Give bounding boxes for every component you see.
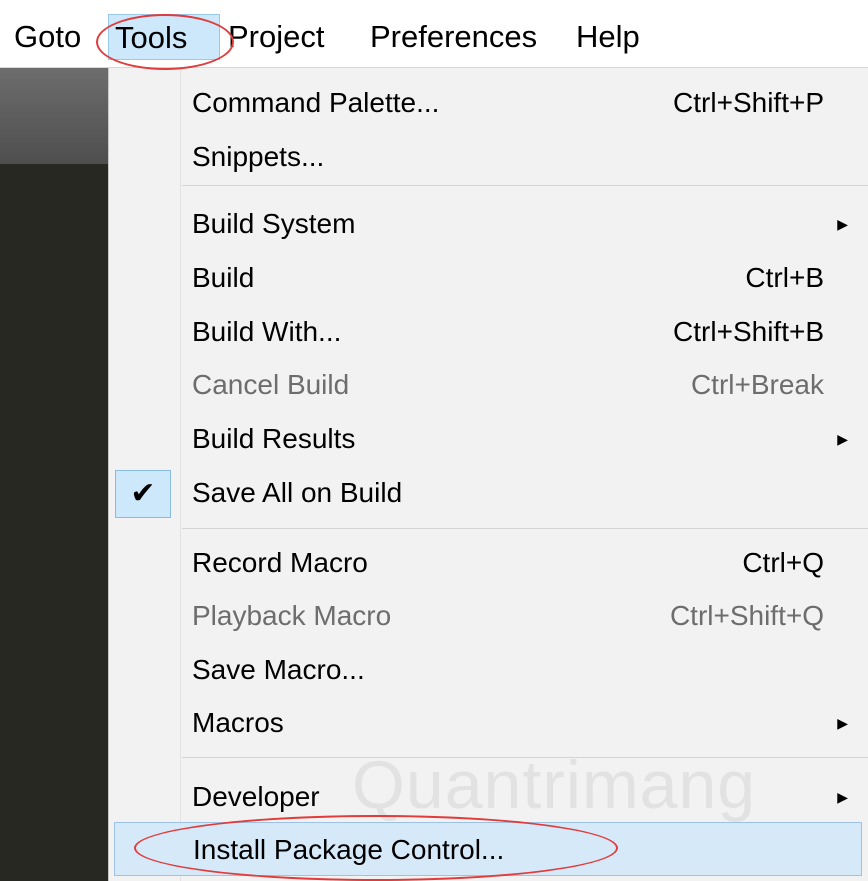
editor-tab-bar [0,68,108,164]
menu-item-playback-macro: Playback Macro Ctrl+Shift+Q [108,589,868,643]
menu-item-label: Cancel Build [192,369,350,400]
menu-item-shortcut: Ctrl+Break [690,369,824,400]
menu-preferences[interactable]: Preferences [364,14,543,60]
menu-item-label: Playback Macro [192,600,392,631]
menu-separator [182,185,868,186]
menu-item-command-palette[interactable]: Command Palette... Ctrl+Shift+P [108,76,868,130]
menu-item-label: Save All on Build [192,477,403,508]
submenu-arrow-icon: ▶ [837,715,848,731]
submenu-arrow-icon: ▶ [837,431,848,447]
menu-separator [182,757,868,758]
menu-item-save-macro[interactable]: Save Macro... [108,643,868,697]
menu-item-shortcut: Ctrl+Shift+Q [669,600,824,631]
menu-item-save-all-on-build[interactable]: ✔ Save All on Build [108,466,868,520]
submenu-arrow-icon: ▶ [837,789,848,805]
menu-item-shortcut: Ctrl+Shift+P [673,87,824,118]
menu-item-developer[interactable]: Developer ▶ [108,770,868,824]
menu-help[interactable]: Help [570,14,646,60]
editor-area [0,68,108,881]
menu-item-macros[interactable]: Macros ▶ [108,696,868,750]
menu-item-build-with[interactable]: Build With... Ctrl+Shift+B [108,305,868,359]
menu-item-shortcut: Ctrl+Shift+B [673,316,824,347]
menu-item-shortcut: Ctrl+Q [742,547,824,578]
menu-item-label: Macros [192,707,284,738]
menu-goto[interactable]: Goto [8,14,87,60]
menu-item-snippets[interactable]: Snippets... [108,130,868,184]
menu-item-label: Build With... [192,316,342,347]
menu-item-label: Build Results [192,423,356,454]
menu-project[interactable]: Project [222,14,330,60]
menu-item-record-macro[interactable]: Record Macro Ctrl+Q [108,536,868,590]
menu-item-label: Command Palette... [192,87,440,118]
menu-item-shortcut: Ctrl+B [745,262,824,293]
menu-bar: Goto Tools Project Preferences Help [0,0,868,68]
submenu-arrow-icon: ▶ [837,216,848,232]
menu-tools[interactable]: Tools [108,14,220,60]
menu-item-build-system[interactable]: Build System ▶ [108,197,868,251]
menu-item-label: Build System [192,208,356,239]
menu-item-label: Developer [192,781,320,812]
menu-item-label: Snippets... [192,141,325,172]
menu-item-cancel-build: Cancel Build Ctrl+Break [108,358,868,412]
menu-item-label: Record Macro [192,547,368,578]
menu-item-label: Save Macro... [192,654,365,685]
checkmark-icon: ✔ [115,470,171,518]
menu-item-label: Install Package Control... [193,834,505,865]
menu-separator [182,528,868,529]
menu-item-label: Build [192,262,255,293]
menu-item-install-package-control[interactable]: Install Package Control... [114,822,862,876]
menu-item-build-results[interactable]: Build Results ▶ [108,412,868,466]
menu-item-build[interactable]: Build Ctrl+B [108,251,868,305]
